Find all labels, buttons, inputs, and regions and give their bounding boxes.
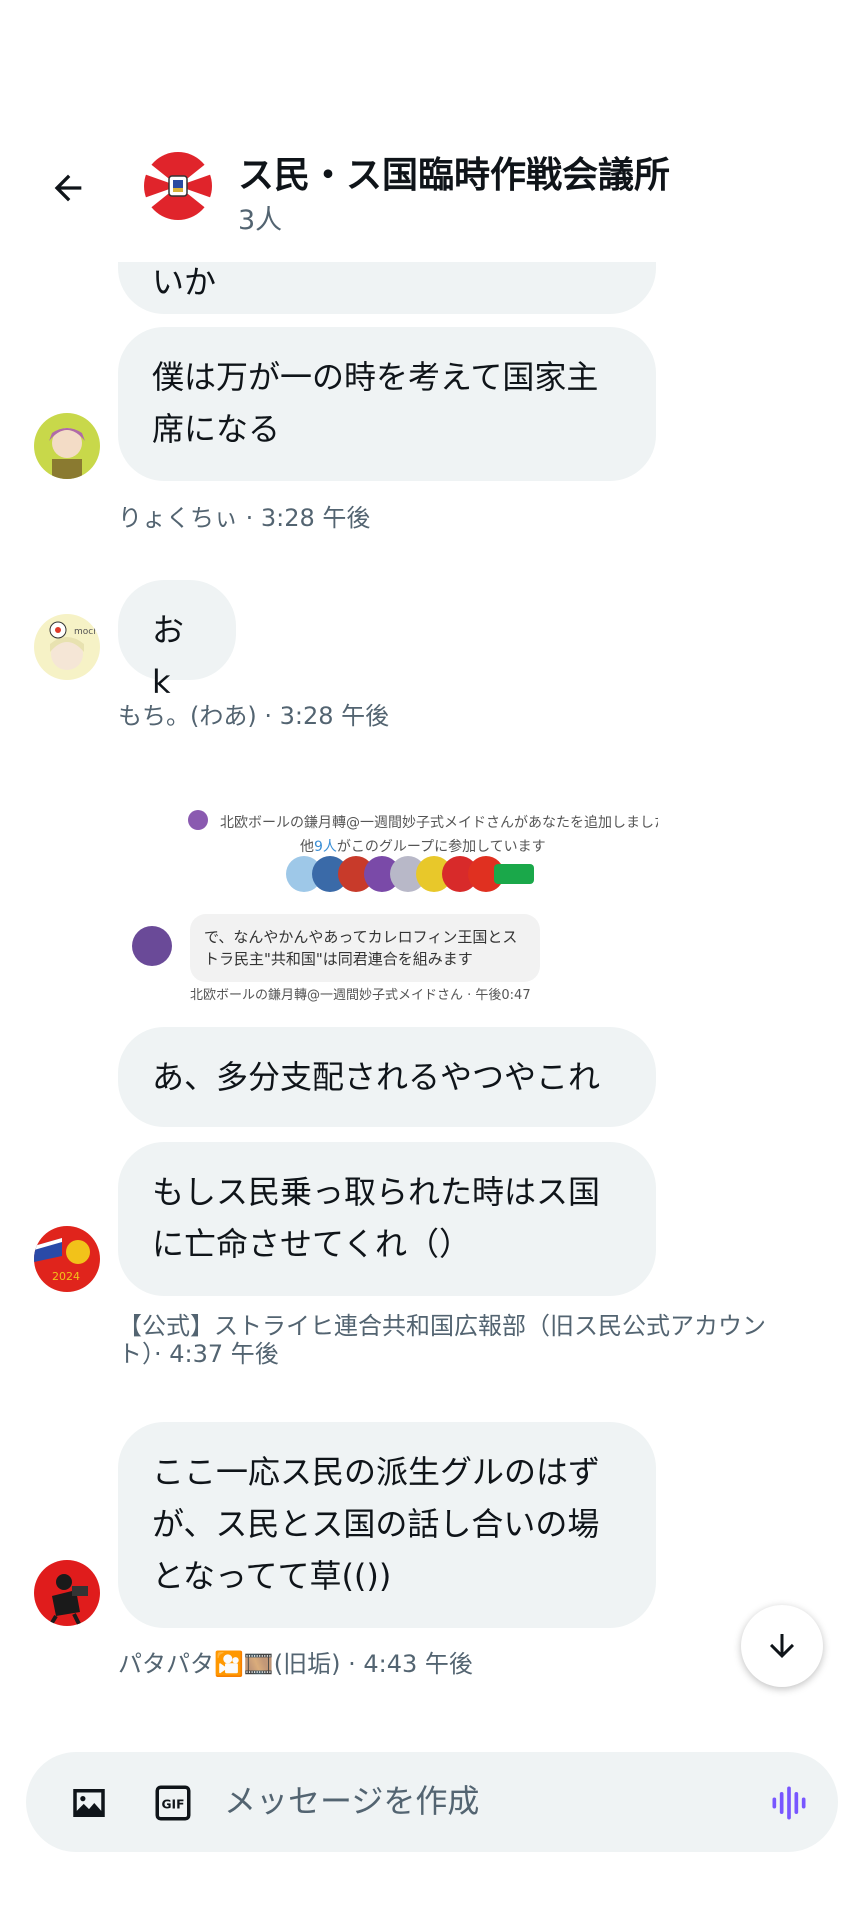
scroll-to-bottom-button[interactable]	[741, 1605, 823, 1687]
member-avatar-row	[286, 854, 546, 894]
message-meta: 【公式】ストライヒ連合共和国広報部（旧ス民公式アカウント）· 4:37 午後	[118, 1312, 766, 1368]
shared-screenshot-image[interactable]: 北欧ボールの鎌月轉@一週間妙子式メイドさんがあなたを追加しました 他9人がこのグ…	[118, 802, 658, 1002]
group-title[interactable]: ス民・ス国臨時作戦会議所	[238, 146, 670, 198]
message-text: あ、多分支配されるやつやこれ	[152, 1058, 601, 1096]
group-avatar[interactable]	[144, 152, 212, 220]
user-avatar[interactable]: 2024	[34, 1226, 100, 1292]
mini-avatar	[132, 926, 172, 966]
message-bubble[interactable]: おk	[118, 580, 236, 701]
member-count[interactable]: 3人	[238, 198, 282, 237]
svg-text:mochi: mochi	[74, 627, 100, 637]
user-avatar[interactable]	[34, 413, 100, 479]
shared-meta: 北欧ボールの鎌月轉@一週間妙子式メイドさん · 午後0:47	[190, 988, 531, 1002]
message-input[interactable]: メッセージを作成	[224, 1776, 479, 1822]
user-avatar[interactable]	[34, 1560, 100, 1626]
image-icon[interactable]	[66, 1780, 112, 1826]
back-arrow-icon[interactable]	[44, 164, 92, 212]
shared-members-line: 他9人がこのグループに参加しています	[300, 839, 546, 855]
message-meta: もち。(わあ) · 3:28 午後	[118, 702, 390, 730]
message-text: いか	[152, 263, 217, 301]
svg-text:GIF: GIF	[162, 1797, 185, 1811]
shared-added-line: 北欧ボールの鎌月轉@一週間妙子式メイドさんがあなたを追加しました	[220, 815, 658, 831]
mini-avatar	[188, 810, 208, 830]
message-text: 僕は万が一の時を考えて国家主席になる	[152, 358, 599, 448]
message-list[interactable]: いか 僕は万が一の時を考えて国家主席になる りょくちぃ · 3:28 午後 おk…	[0, 262, 864, 1742]
message-bubble[interactable]: あ、多分支配されるやつやこれ	[118, 1027, 656, 1127]
message-bubble[interactable]: いか	[118, 262, 656, 314]
user-avatar[interactable]: mochi	[34, 614, 100, 680]
chat-header: ス民・ス国臨時作戦会議所 3人	[0, 0, 864, 262]
svg-text:2024: 2024	[52, 1270, 80, 1283]
arrow-down-icon	[770, 1634, 794, 1658]
message-composer: GIF メッセージを作成	[26, 1752, 838, 1852]
gif-icon[interactable]: GIF	[150, 1780, 196, 1826]
message-text: ここ一応ス民の派生グルのはずが、ス民とス国の話し合いの場となってて草(())	[152, 1453, 601, 1595]
message-meta: パタパタ🎦🎞️(旧垢) · 4:43 午後	[118, 1650, 473, 1678]
message-bubble[interactable]: もしス民乗っ取られた時はス国に亡命させてくれ（）	[118, 1142, 656, 1296]
voice-message-icon[interactable]	[766, 1780, 812, 1826]
message-text: もしス民乗っ取られた時はス国に亡命させてくれ（）	[152, 1173, 601, 1263]
message-text: おk	[152, 611, 185, 701]
message-bubble[interactable]: ここ一応ス民の派生グルのはずが、ス民とス国の話し合いの場となってて草(())	[118, 1422, 656, 1628]
message-bubble[interactable]: 僕は万が一の時を考えて国家主席になる	[118, 327, 656, 481]
shared-bubble: で、なんやかんやあってカレロフィン王国とストラ民主"共和国"は同君連合を組みます	[190, 914, 540, 982]
message-meta: りょくちぃ · 3:28 午後	[118, 504, 371, 532]
